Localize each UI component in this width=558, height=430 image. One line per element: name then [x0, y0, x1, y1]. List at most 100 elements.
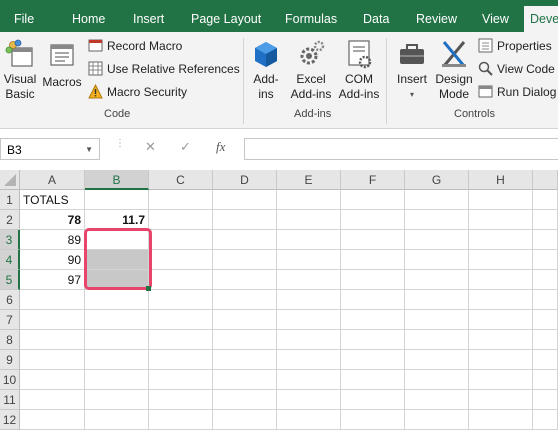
cell-i4[interactable]: [533, 250, 558, 270]
cell-h12[interactable]: [469, 410, 533, 430]
row-header-3[interactable]: 3: [0, 230, 20, 250]
cell-i11[interactable]: [533, 390, 558, 410]
cell-f5[interactable]: [341, 270, 405, 290]
cell-i3[interactable]: [533, 230, 558, 250]
cell-b11[interactable]: [85, 390, 149, 410]
cell-a1[interactable]: TOTALS: [20, 190, 85, 210]
cell-h1[interactable]: [469, 190, 533, 210]
row-header-4[interactable]: 4: [0, 250, 20, 270]
cell-a2[interactable]: 78: [20, 210, 85, 230]
properties-button[interactable]: Properties: [478, 36, 552, 56]
cell-h4[interactable]: [469, 250, 533, 270]
row-header-5[interactable]: 5: [0, 270, 20, 290]
cell-e12[interactable]: [277, 410, 341, 430]
cell-f12[interactable]: [341, 410, 405, 430]
cell-c4[interactable]: [149, 250, 213, 270]
cell-e10[interactable]: [277, 370, 341, 390]
cell-i2[interactable]: [533, 210, 558, 230]
cell-g6[interactable]: [405, 290, 469, 310]
insert-control-button[interactable]: Insert ▾: [392, 38, 432, 102]
cell-f8[interactable]: [341, 330, 405, 350]
column-header-f[interactable]: F: [341, 170, 405, 190]
cell-h8[interactable]: [469, 330, 533, 350]
cell-g2[interactable]: [405, 210, 469, 230]
relative-references-button[interactable]: Use Relative References: [88, 59, 240, 79]
chevron-down-icon[interactable]: ▼: [85, 139, 93, 161]
cell-b12[interactable]: [85, 410, 149, 430]
cell-c10[interactable]: [149, 370, 213, 390]
cell-i10[interactable]: [533, 370, 558, 390]
cell-i5[interactable]: [533, 270, 558, 290]
design-mode-button[interactable]: Design Mode: [434, 38, 474, 102]
cell-e3[interactable]: [277, 230, 341, 250]
cell-b10[interactable]: [85, 370, 149, 390]
cell-f6[interactable]: [341, 290, 405, 310]
cell-e2[interactable]: [277, 210, 341, 230]
excel-addins-button[interactable]: Excel Add-ins: [288, 38, 334, 102]
tab-insert[interactable]: Insert: [133, 0, 164, 32]
cell-c1[interactable]: [149, 190, 213, 210]
cell-c9[interactable]: [149, 350, 213, 370]
cell-a5[interactable]: 97: [20, 270, 85, 290]
cell-e4[interactable]: [277, 250, 341, 270]
insert-function-icon[interactable]: fx: [216, 139, 225, 155]
cell-g4[interactable]: [405, 250, 469, 270]
row-header-11[interactable]: 11: [0, 390, 20, 410]
record-macro-button[interactable]: Record Macro: [88, 36, 182, 56]
tab-developer[interactable]: Deve: [524, 6, 558, 32]
cell-i1[interactable]: [533, 190, 558, 210]
row-header-9[interactable]: 9: [0, 350, 20, 370]
cell-c6[interactable]: [149, 290, 213, 310]
cell-g12[interactable]: [405, 410, 469, 430]
view-code-button[interactable]: View Code: [478, 59, 555, 79]
cell-g10[interactable]: [405, 370, 469, 390]
cell-d1[interactable]: [213, 190, 277, 210]
cell-a12[interactable]: [20, 410, 85, 430]
cell-f7[interactable]: [341, 310, 405, 330]
row-header-1[interactable]: 1: [0, 190, 20, 210]
cell-d2[interactable]: [213, 210, 277, 230]
cell-d4[interactable]: [213, 250, 277, 270]
row-header-8[interactable]: 8: [0, 330, 20, 350]
cell-h3[interactable]: [469, 230, 533, 250]
row-header-6[interactable]: 6: [0, 290, 20, 310]
column-header-a[interactable]: A: [20, 170, 85, 190]
cell-b1[interactable]: [85, 190, 149, 210]
tab-home[interactable]: Home: [72, 0, 105, 32]
row-header-10[interactable]: 10: [0, 370, 20, 390]
cell-f9[interactable]: [341, 350, 405, 370]
com-addins-button[interactable]: COM Add-ins: [336, 38, 382, 102]
cell-c12[interactable]: [149, 410, 213, 430]
run-dialog-button[interactable]: Run Dialog: [478, 82, 556, 102]
tab-formulas[interactable]: Formulas: [285, 0, 337, 32]
cell-d8[interactable]: [213, 330, 277, 350]
cell-d5[interactable]: [213, 270, 277, 290]
cell-a6[interactable]: [20, 290, 85, 310]
cell-g5[interactable]: [405, 270, 469, 290]
cell-a10[interactable]: [20, 370, 85, 390]
cell-d12[interactable]: [213, 410, 277, 430]
cell-g8[interactable]: [405, 330, 469, 350]
cell-c3[interactable]: [149, 230, 213, 250]
cell-d7[interactable]: [213, 310, 277, 330]
cell-a8[interactable]: [20, 330, 85, 350]
cell-d3[interactable]: [213, 230, 277, 250]
fill-handle[interactable]: [146, 286, 151, 291]
cell-f4[interactable]: [341, 250, 405, 270]
cell-a11[interactable]: [20, 390, 85, 410]
row-header-12[interactable]: 12: [0, 410, 20, 430]
tab-view[interactable]: View: [482, 0, 509, 32]
cell-h7[interactable]: [469, 310, 533, 330]
tab-data[interactable]: Data: [363, 0, 389, 32]
cell-e5[interactable]: [277, 270, 341, 290]
cell-f11[interactable]: [341, 390, 405, 410]
addins-button[interactable]: Add- ins: [248, 38, 284, 102]
column-header-g[interactable]: G: [405, 170, 469, 190]
cell-h6[interactable]: [469, 290, 533, 310]
cell-c11[interactable]: [149, 390, 213, 410]
cell-i8[interactable]: [533, 330, 558, 350]
cell-b9[interactable]: [85, 350, 149, 370]
cell-f3[interactable]: [341, 230, 405, 250]
cell-i12[interactable]: [533, 410, 558, 430]
cell-a9[interactable]: [20, 350, 85, 370]
